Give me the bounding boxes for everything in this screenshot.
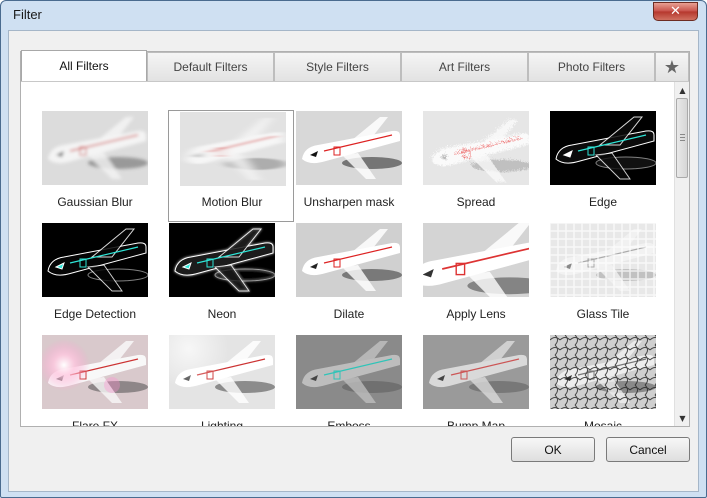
airplane-thumbnail-image: [550, 111, 656, 185]
filter-label: Gaussian Blur: [57, 195, 133, 209]
title-bar: Filter ✕: [1, 1, 706, 29]
filter-label: Bump Map: [446, 419, 506, 426]
filter-label: Dilate: [333, 307, 365, 321]
filter-label: Unsharpen mask: [303, 195, 395, 209]
filter-item-glass-tile[interactable]: Glass Tile: [550, 223, 674, 335]
filter-item-flare-fx[interactable]: Flare FX: [42, 335, 168, 426]
tab-all-filters[interactable]: All Filters: [21, 50, 147, 81]
ok-button[interactable]: OK: [511, 437, 595, 462]
star-icon: ★: [663, 56, 681, 78]
airplane-thumbnail-image: [550, 223, 656, 297]
close-button[interactable]: ✕: [653, 2, 698, 21]
tab-label: All Filters: [59, 59, 109, 73]
tab-art-filters[interactable]: Art Filters: [401, 52, 528, 81]
tab-default-filters[interactable]: Default Filters: [147, 52, 274, 81]
airplane-thumbnail-image: [42, 223, 148, 297]
filter-thumbnail: [42, 223, 148, 297]
filter-thumbnail: [180, 112, 286, 186]
dialog-body: All Filters Default Filters Style Filter…: [8, 30, 699, 492]
airplane-thumbnail-image: [423, 111, 529, 185]
airplane-thumbnail-image: [296, 335, 402, 409]
filter-thumbnail: [169, 335, 275, 409]
filter-thumbnail: [550, 223, 656, 297]
tab-style-filters[interactable]: Style Filters: [274, 52, 401, 81]
airplane-thumbnail-image: [169, 223, 275, 297]
filter-label: Motion Blur: [201, 195, 263, 209]
tab-favorites[interactable]: ★: [655, 52, 689, 81]
filter-panel: All Filters Default Filters Style Filter…: [20, 50, 690, 427]
filter-label: Edge: [588, 195, 618, 209]
airplane-thumbnail-image: [296, 111, 402, 185]
filter-label: Spread: [456, 195, 496, 209]
filter-dialog: Filter ✕ All Filters Default Filters Sty…: [0, 0, 707, 498]
arrow-down-icon: ▼: [679, 413, 686, 423]
filter-thumbnail: [423, 335, 529, 409]
filter-item-mosaic[interactable]: Mosaic: [550, 335, 674, 426]
filter-thumbnail: [296, 111, 402, 185]
filter-label: Neon: [207, 307, 237, 321]
filter-thumbnail: [423, 111, 529, 185]
tab-label: Art Filters: [438, 60, 491, 74]
filter-thumbnail: [550, 111, 656, 185]
tab-label: Default Filters: [173, 60, 248, 74]
tab-photo-filters[interactable]: Photo Filters: [528, 52, 655, 81]
filter-label: Emboss: [327, 419, 371, 426]
airplane-thumbnail-image: [180, 112, 286, 186]
filter-thumbnail: [42, 335, 148, 409]
airplane-thumbnail-image: [42, 335, 148, 409]
filter-item-apply-lens[interactable]: Apply Lens: [423, 223, 549, 335]
filter-thumbnail: [169, 223, 275, 297]
filter-item-bump-map[interactable]: Bump Map: [423, 335, 549, 426]
filter-label: Mosaic: [583, 419, 622, 426]
filter-thumbnail: [296, 335, 402, 409]
filter-thumbnail: [550, 335, 656, 409]
filter-label: Apply Lens: [446, 307, 506, 321]
filter-label: Flare FX: [71, 419, 118, 426]
grip-icon: [680, 134, 685, 141]
filter-thumbnail: [42, 111, 148, 185]
filter-thumbnail: [423, 223, 529, 297]
filter-item-lighting[interactable]: Lighting: [169, 335, 295, 426]
filter-item-emboss[interactable]: Emboss: [296, 335, 422, 426]
airplane-thumbnail-image: [423, 223, 529, 297]
filter-label: Edge Detection: [53, 307, 137, 321]
filter-item-edge-detection[interactable]: Edge Detection: [42, 223, 168, 335]
arrow-up-icon: ▲: [679, 85, 686, 95]
airplane-thumbnail-image: [169, 335, 275, 409]
tab-label: Photo Filters: [557, 60, 626, 74]
filter-item-dilate[interactable]: Dilate: [296, 223, 422, 335]
scroll-up-button[interactable]: ▲: [676, 83, 689, 97]
airplane-thumbnail-image: [423, 335, 529, 409]
scroll-down-button[interactable]: ▼: [676, 411, 689, 425]
filter-item-edge[interactable]: Edge: [550, 111, 674, 223]
filter-item-motion-blur[interactable]: Motion Blur: [168, 110, 294, 222]
filter-thumbnail: [296, 223, 402, 297]
filter-item-gaussian-blur[interactable]: Gaussian Blur: [42, 111, 168, 223]
filter-grid: Gaussian Blur Motion Blur Unsharpen mask Sp…: [21, 82, 674, 426]
airplane-thumbnail-image: [42, 111, 148, 185]
filter-item-unsharpen-mask[interactable]: Unsharpen mask: [296, 111, 422, 223]
window-title: Filter: [13, 7, 42, 22]
airplane-thumbnail-image: [296, 223, 402, 297]
tab-label: Style Filters: [306, 60, 369, 74]
filter-item-neon[interactable]: Neon: [169, 223, 295, 335]
filter-label: Lighting: [200, 419, 244, 426]
filter-label: Glass Tile: [576, 307, 630, 321]
vertical-scrollbar[interactable]: ▲ ▼: [674, 82, 689, 426]
cancel-button[interactable]: Cancel: [606, 437, 690, 462]
scrollbar-thumb[interactable]: [676, 98, 688, 178]
close-icon: ✕: [670, 4, 681, 19]
filter-item-spread[interactable]: Spread: [423, 111, 549, 223]
airplane-thumbnail-image: [550, 335, 656, 409]
filter-tabs: All Filters Default Filters Style Filter…: [21, 50, 689, 82]
